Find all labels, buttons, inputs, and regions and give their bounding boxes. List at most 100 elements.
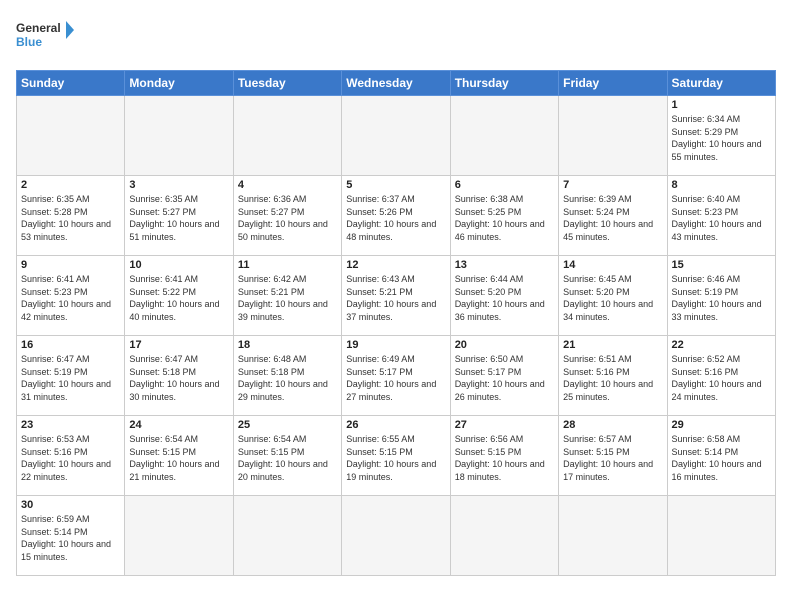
day-number: 1 [672, 99, 771, 111]
day-number: 5 [346, 179, 445, 191]
logo: General Blue [16, 16, 76, 58]
calendar-cell [233, 496, 341, 576]
day-number: 17 [129, 339, 228, 351]
weekday-row: SundayMondayTuesdayWednesdayThursdayFrid… [17, 71, 776, 96]
day-number: 25 [238, 419, 337, 431]
day-info: Sunrise: 6:59 AMSunset: 5:14 PMDaylight:… [21, 513, 120, 563]
day-number: 4 [238, 179, 337, 191]
calendar-cell: 7 Sunrise: 6:39 AMSunset: 5:24 PMDaylight… [559, 176, 667, 256]
calendar-cell: 13 Sunrise: 6:44 AMSunset: 5:20 PMDayligh… [450, 256, 558, 336]
calendar-cell: 3Sunrise: 6:35 AMSunset: 5:27 PMDaylight… [125, 176, 233, 256]
calendar-table: SundayMondayTuesdayWednesdayThursdayFrid… [16, 70, 776, 576]
day-number: 16 [21, 339, 120, 351]
day-number: 3 [129, 179, 228, 191]
calendar-cell: 8 Sunrise: 6:40 AMSunset: 5:23 PMDaylight… [667, 176, 775, 256]
calendar-cell [667, 496, 775, 576]
day-number: 18 [238, 339, 337, 351]
calendar-cell [450, 96, 558, 176]
calendar-cell [233, 96, 341, 176]
day-info: Sunrise: 6:56 AMSunset: 5:15 PMDaylight:… [455, 433, 554, 483]
calendar-week-row: 1 Sunrise: 6:34 AMSunset: 5:29 PMDaylight… [17, 96, 776, 176]
calendar-cell: 11 Sunrise: 6:42 AMSunset: 5:21 PMDayligh… [233, 256, 341, 336]
calendar-cell: 5Sunrise: 6:37 AMSunset: 5:26 PMDaylight… [342, 176, 450, 256]
calendar-cell: 27 Sunrise: 6:56 AMSunset: 5:15 PMDayligh… [450, 416, 558, 496]
calendar-header: SundayMondayTuesdayWednesdayThursdayFrid… [17, 71, 776, 96]
calendar-cell: 24Sunrise: 6:54 AMSunset: 5:15 PMDayligh… [125, 416, 233, 496]
day-info: Sunrise: 6:47 AMSunset: 5:18 PMDaylight:… [129, 353, 228, 403]
day-number: 20 [455, 339, 554, 351]
calendar-week-row: 23 Sunrise: 6:53 AMSunset: 5:16 PMDayligh… [17, 416, 776, 496]
calendar-cell: 21Sunrise: 6:51 AMSunset: 5:16 PMDayligh… [559, 336, 667, 416]
calendar-cell: 16 Sunrise: 6:47 AMSunset: 5:19 PMDayligh… [17, 336, 125, 416]
day-info: Sunrise: 6:43 AMSunset: 5:21 PMDaylight:… [346, 273, 445, 323]
day-number: 22 [672, 339, 771, 351]
day-number: 15 [672, 259, 771, 271]
calendar-cell: 14 Sunrise: 6:45 AMSunset: 5:20 PMDayligh… [559, 256, 667, 336]
page-header: General Blue [16, 16, 776, 58]
day-info: Sunrise: 6:54 AMSunset: 5:15 PMDaylight:… [129, 433, 228, 483]
svg-text:Blue: Blue [16, 35, 42, 49]
day-info: Sunrise: 6:42 AMSunset: 5:21 PMDaylight:… [238, 273, 337, 323]
day-number: 13 [455, 259, 554, 271]
day-number: 26 [346, 419, 445, 431]
logo-svg: General Blue [16, 16, 76, 58]
day-info: Sunrise: 6:46 AMSunset: 5:19 PMDaylight:… [672, 273, 771, 323]
calendar-cell: 23 Sunrise: 6:53 AMSunset: 5:16 PMDayligh… [17, 416, 125, 496]
day-info: Sunrise: 6:45 AMSunset: 5:20 PMDaylight:… [563, 273, 662, 323]
day-info: Sunrise: 6:38 AMSunset: 5:25 PMDaylight:… [455, 193, 554, 243]
calendar-cell: 29 Sunrise: 6:58 AMSunset: 5:14 PMDayligh… [667, 416, 775, 496]
day-number: 8 [672, 179, 771, 191]
day-info: Sunrise: 6:39 AMSunset: 5:24 PMDaylight:… [563, 193, 662, 243]
day-number: 14 [563, 259, 662, 271]
weekday-header: Saturday [667, 71, 775, 96]
day-number: 28 [563, 419, 662, 431]
calendar-cell [559, 96, 667, 176]
calendar-cell: 15 Sunrise: 6:46 AMSunset: 5:19 PMDayligh… [667, 256, 775, 336]
day-info: Sunrise: 6:58 AMSunset: 5:14 PMDaylight:… [672, 433, 771, 483]
calendar-cell: 20 Sunrise: 6:50 AMSunset: 5:17 PMDayligh… [450, 336, 558, 416]
calendar-cell [342, 96, 450, 176]
day-info: Sunrise: 6:35 AMSunset: 5:28 PMDaylight:… [21, 193, 120, 243]
day-number: 30 [21, 499, 120, 511]
calendar-cell: 1 Sunrise: 6:34 AMSunset: 5:29 PMDaylight… [667, 96, 775, 176]
day-number: 6 [455, 179, 554, 191]
weekday-header: Wednesday [342, 71, 450, 96]
calendar-cell: 18 Sunrise: 6:48 AMSunset: 5:18 PMDayligh… [233, 336, 341, 416]
calendar-cell [17, 96, 125, 176]
calendar-cell: 2Sunrise: 6:35 AMSunset: 5:28 PMDaylight… [17, 176, 125, 256]
day-number: 10 [129, 259, 228, 271]
calendar-cell: 25 Sunrise: 6:54 AMSunset: 5:15 PMDayligh… [233, 416, 341, 496]
calendar-week-row: 30 Sunrise: 6:59 AMSunset: 5:14 PMDayligh… [17, 496, 776, 576]
calendar-week-row: 16 Sunrise: 6:47 AMSunset: 5:19 PMDayligh… [17, 336, 776, 416]
calendar-cell: 17 Sunrise: 6:47 AMSunset: 5:18 PMDayligh… [125, 336, 233, 416]
day-info: Sunrise: 6:55 AMSunset: 5:15 PMDaylight:… [346, 433, 445, 483]
day-number: 27 [455, 419, 554, 431]
day-number: 9 [21, 259, 120, 271]
day-info: Sunrise: 6:44 AMSunset: 5:20 PMDaylight:… [455, 273, 554, 323]
calendar-cell: 30 Sunrise: 6:59 AMSunset: 5:14 PMDayligh… [17, 496, 125, 576]
day-info: Sunrise: 6:50 AMSunset: 5:17 PMDaylight:… [455, 353, 554, 403]
calendar-cell: 26 Sunrise: 6:55 AMSunset: 5:15 PMDayligh… [342, 416, 450, 496]
day-number: 11 [238, 259, 337, 271]
day-info: Sunrise: 6:51 AMSunset: 5:16 PMDaylight:… [563, 353, 662, 403]
day-number: 29 [672, 419, 771, 431]
day-info: Sunrise: 6:36 AMSunset: 5:27 PMDaylight:… [238, 193, 337, 243]
day-info: Sunrise: 6:53 AMSunset: 5:16 PMDaylight:… [21, 433, 120, 483]
day-info: Sunrise: 6:48 AMSunset: 5:18 PMDaylight:… [238, 353, 337, 403]
calendar-cell: 10Sunrise: 6:41 AMSunset: 5:22 PMDayligh… [125, 256, 233, 336]
day-info: Sunrise: 6:52 AMSunset: 5:16 PMDaylight:… [672, 353, 771, 403]
day-info: Sunrise: 6:47 AMSunset: 5:19 PMDaylight:… [21, 353, 120, 403]
day-info: Sunrise: 6:41 AMSunset: 5:23 PMDaylight:… [21, 273, 120, 323]
calendar-cell: 22 Sunrise: 6:52 AMSunset: 5:16 PMDayligh… [667, 336, 775, 416]
day-number: 12 [346, 259, 445, 271]
day-info: Sunrise: 6:54 AMSunset: 5:15 PMDaylight:… [238, 433, 337, 483]
calendar-cell: 4 Sunrise: 6:36 AMSunset: 5:27 PMDaylight… [233, 176, 341, 256]
day-number: 7 [563, 179, 662, 191]
day-info: Sunrise: 6:34 AMSunset: 5:29 PMDaylight:… [672, 113, 771, 163]
calendar-cell: 12 Sunrise: 6:43 AMSunset: 5:21 PMDayligh… [342, 256, 450, 336]
calendar-cell [559, 496, 667, 576]
day-number: 23 [21, 419, 120, 431]
calendar-cell [450, 496, 558, 576]
calendar-week-row: 2Sunrise: 6:35 AMSunset: 5:28 PMDaylight… [17, 176, 776, 256]
day-info: Sunrise: 6:40 AMSunset: 5:23 PMDaylight:… [672, 193, 771, 243]
